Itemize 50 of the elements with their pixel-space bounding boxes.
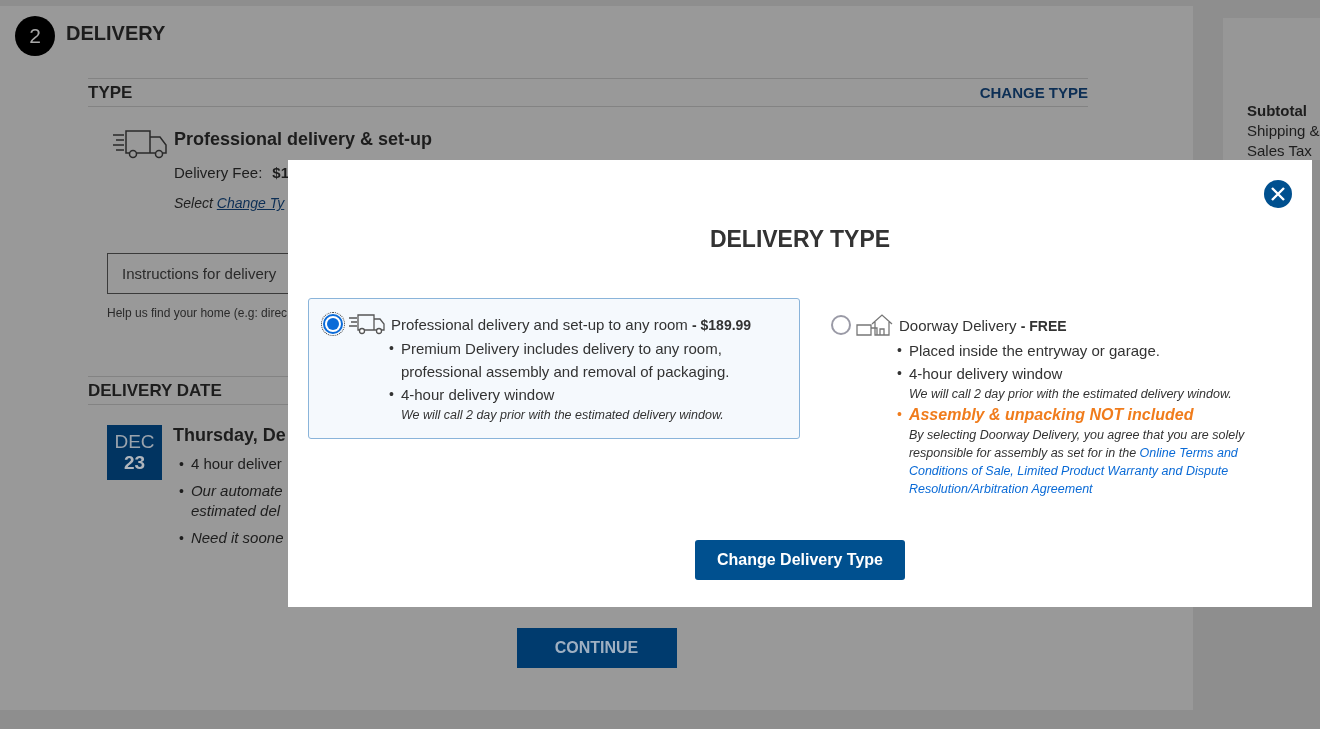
dialog-title: DELIVERY TYPE [709, 226, 891, 253]
option-detail: Placed inside the entryway or garage. [908, 341, 1160, 361]
option-detail: 4-hour delivery window [908, 364, 1064, 384]
bullet: • [897, 405, 902, 424]
bullet: • [179, 529, 184, 548]
radio-button[interactable] [831, 315, 851, 335]
help-text: Help us find your home (e.g: direc [107, 306, 289, 320]
truck-icon [348, 313, 386, 335]
option-note: By selecting Doorway Delivery, you agree that you are solely responsible for assembly as set for in the Online Terms and [908, 427, 1246, 462]
option-note: We will call 2 day prior with the estimated delivery window. [908, 386, 1232, 403]
bullet: • [897, 341, 902, 360]
option-detail: Assembly & unpacking NOT included [908, 405, 1195, 425]
summary-label: Subtotal [1247, 101, 1308, 121]
date-badge: DEC 23 [107, 425, 162, 480]
close-button[interactable] [1264, 180, 1292, 208]
section-title: DELIVERY [66, 21, 166, 45]
bullet: • [389, 385, 394, 404]
fee-label: Delivery Fee: [174, 164, 263, 181]
radio-button[interactable] [323, 314, 343, 334]
terms-link[interactable]: Conditions of Sale, Limited Product Warranty and Dispute Resolution/Arbitration Agreement [908, 462, 1293, 498]
close-icon [1271, 187, 1285, 201]
delivery-type-title: Professional delivery & set-up [174, 129, 433, 150]
date-detail: Need it soone [190, 528, 284, 548]
summary-label: Shipping & [1247, 121, 1320, 141]
bullet: • [389, 339, 394, 358]
fee-value: $1 [272, 164, 290, 181]
option-title: Professional delivery and set-up to any room - $189.99 [391, 315, 752, 333]
delivery-date: Thursday, De [173, 425, 286, 446]
option-detail: Premium Delivery includes delivery to any room, professional assembly and removal of packaging. [400, 339, 731, 382]
bullet: • [179, 455, 184, 474]
delivery-date-heading: DELIVERY DATE [88, 380, 222, 401]
select-note: Select [174, 195, 215, 211]
change-delivery-type-button[interactable]: Change Delivery Type [695, 540, 905, 580]
option-detail: 4-hour delivery window [400, 385, 556, 405]
type-heading: TYPE [88, 82, 133, 103]
option-note: We will call 2 day prior with the estimated delivery window. [400, 407, 724, 424]
change-type-link[interactable]: Change Ty [216, 195, 285, 211]
continue-button[interactable]: CONTINUE [516, 628, 677, 668]
house-icon [856, 313, 894, 337]
summary-label: Sales Tax [1247, 141, 1313, 161]
step-number: 2 [15, 16, 55, 56]
bullet: • [179, 482, 184, 501]
change-type-link[interactable]: CHANGE TYPE [979, 84, 1088, 101]
date-detail: Our automate estimated del [190, 481, 283, 521]
date-detail: 4 hour deliver [190, 454, 282, 474]
delivery-option[interactable] [308, 298, 800, 439]
terms-link[interactable]: Online Terms and [1139, 446, 1238, 460]
truck-icon [112, 129, 168, 159]
option-title: Doorway Delivery - FREE [899, 316, 1067, 334]
bullet: • [897, 364, 902, 383]
